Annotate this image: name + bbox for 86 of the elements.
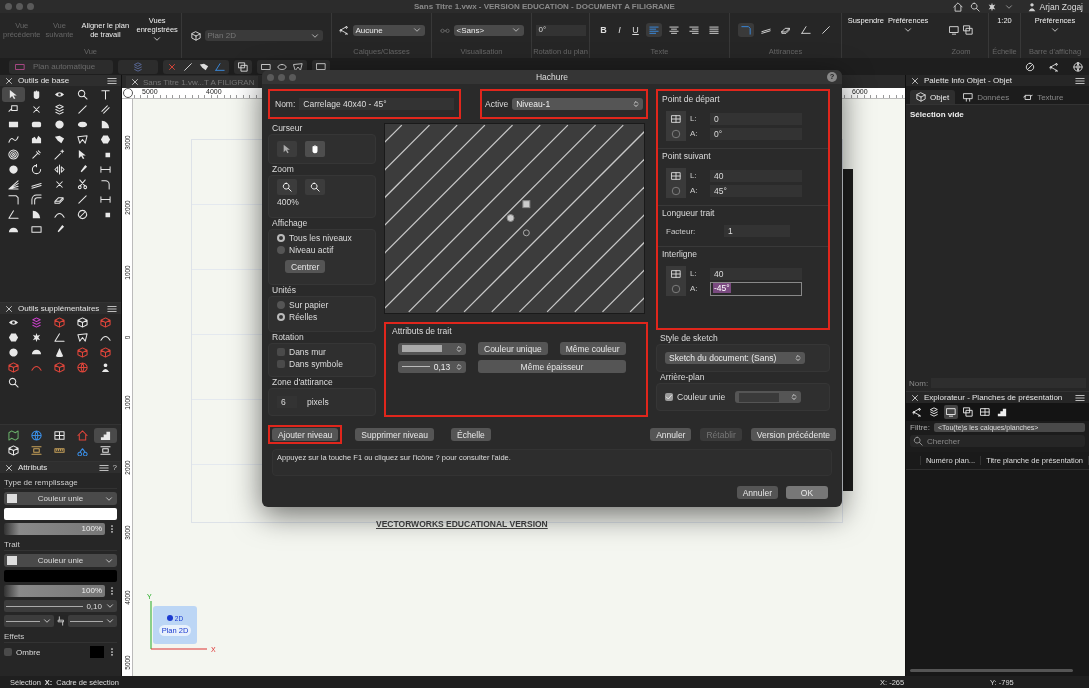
field-label: L: <box>690 114 698 123</box>
section-label: Zone d'attirance <box>271 377 334 388</box>
palette-title: Palette Info Objet - Objet <box>924 76 1014 85</box>
watermark-text: VECTORWORKS EDUCATIONAL VERSION <box>376 519 548 529</box>
radio-option[interactable]: Sur papier <box>277 300 367 310</box>
cancel-button[interactable]: Annuler <box>736 486 778 499</box>
radio-option[interactable]: Tous les niveaux <box>277 233 367 243</box>
level-button[interactable]: Échelle <box>450 428 491 441</box>
section-label: Attributs de trait <box>391 326 453 337</box>
field-label: Active <box>485 99 509 109</box>
factor-field[interactable]: 1 <box>724 225 790 237</box>
angle-field[interactable]: -45° <box>710 281 802 296</box>
section-label: Curseur <box>271 123 304 134</box>
length-field[interactable]: 0 <box>710 112 802 125</box>
shadow-checkbox[interactable]: Ombre <box>4 647 87 657</box>
palette-tab[interactable]: Données <box>957 90 1016 104</box>
field-label: A: <box>690 129 699 138</box>
ok-button[interactable]: OK <box>786 486 828 499</box>
field-label: Nom: <box>909 378 929 388</box>
section-label: Rotation <box>271 332 305 343</box>
palette-tab[interactable]: Objet <box>910 90 956 104</box>
user-account[interactable]: Arjan Zogaj <box>1026 1 1083 12</box>
palette-title: Attributs <box>18 463 49 472</box>
empty-selection-text: Sélection vide <box>906 105 1089 375</box>
fill-type-dropdown[interactable]: Couleur unie <box>4 492 117 505</box>
section-label: Style de sketch <box>659 333 719 344</box>
level-button[interactable]: Supprimer niveau <box>355 428 434 441</box>
field-label: Filtre: <box>910 423 930 432</box>
same-thickness-button[interactable]: Même épaisseur <box>478 360 626 373</box>
section-label: Unités <box>271 285 298 296</box>
field-label: Facteur: <box>666 226 697 236</box>
opacity-field[interactable]: 100% <box>4 523 105 535</box>
palette-title: Explorateur - Planches de présentation <box>924 393 1064 402</box>
stroke-type-dropdown[interactable]: Couleur unie <box>4 554 117 567</box>
palette-title: Outils supplémentaires <box>18 304 101 313</box>
history-button[interactable]: Version précédente <box>750 428 836 441</box>
text-style-button[interactable]: B <box>597 25 610 35</box>
class-dropdown[interactable]: Aucune <box>352 24 425 36</box>
length-field[interactable]: 40 <box>710 267 802 280</box>
radio-option[interactable]: Niveau actif <box>277 245 367 255</box>
field-label: A: <box>690 284 699 293</box>
search-field[interactable]: Chercher <box>910 435 1085 447</box>
section-label: Trait <box>4 538 117 551</box>
section-label: Effets <box>4 630 117 643</box>
section-label: Interligne <box>661 249 698 260</box>
section-label: Point suivant <box>661 151 712 162</box>
center-button[interactable]: Centrer <box>285 260 326 273</box>
angle-field[interactable]: 0° <box>710 127 802 140</box>
length-field[interactable]: 40 <box>710 169 802 182</box>
radio-option[interactable]: Réelles <box>277 312 367 322</box>
same-color-button[interactable]: Même couleur <box>559 342 626 355</box>
help-button[interactable]: ? <box>112 463 117 472</box>
palette-title: Outils de base <box>18 76 71 85</box>
render-dropdown[interactable]: <Sans> <box>453 24 524 36</box>
active-level-dropdown[interactable]: Niveau-1 <box>512 98 643 110</box>
solid-color-checkbox[interactable]: Couleur unie <box>665 392 726 402</box>
checkbox-option[interactable]: Dans mur <box>277 347 367 357</box>
checkbox-option[interactable]: Dans symbole <box>277 359 367 369</box>
level-button[interactable]: Ajouter niveau <box>272 428 339 441</box>
window-title: Sans Titre 1.vwx - VERSION EDUCATION - DOCUMENT A FILIGRANE <box>414 2 675 11</box>
single-color-button[interactable]: Couleur unique <box>478 342 548 355</box>
thickness-dropdown[interactable]: 0,10 <box>4 600 117 612</box>
section-label: Type de remplissage <box>4 476 117 489</box>
text-style-button[interactable]: U <box>629 25 642 35</box>
zoom-value: 400% <box>277 197 300 207</box>
field-label: L: <box>690 269 698 278</box>
dialog-title: Hachure <box>535 72 569 82</box>
section-label: Arrière-plan <box>659 372 706 383</box>
name-field[interactable]: Carrelage 40x40 - 45° <box>299 98 454 110</box>
field-label: L: <box>690 171 698 180</box>
snap-radius-field[interactable]: 6 <box>277 396 297 408</box>
section-label: Longueur trait <box>661 208 716 219</box>
history-button[interactable]: Annuler <box>650 428 692 441</box>
section-label: Zoom <box>271 164 295 175</box>
opacity-field[interactable]: 100% <box>4 585 105 597</box>
field-label: Nom: <box>275 99 296 109</box>
palette-tab[interactable]: Texture <box>1017 90 1070 104</box>
sketch-style-dropdown[interactable]: Sketch du document: (Sans) <box>665 352 805 364</box>
rotation-field[interactable]: 0° <box>535 24 586 36</box>
section-label: Affichage <box>271 218 309 229</box>
text-style-button[interactable]: I <box>613 25 626 35</box>
stroke-thickness-dropdown[interactable]: 0,13 <box>398 360 466 373</box>
section-label: Point de départ <box>661 94 721 105</box>
unit-label: pixels <box>307 397 329 407</box>
field-label: A: <box>690 186 699 195</box>
angle-field[interactable]: 45° <box>710 184 802 197</box>
